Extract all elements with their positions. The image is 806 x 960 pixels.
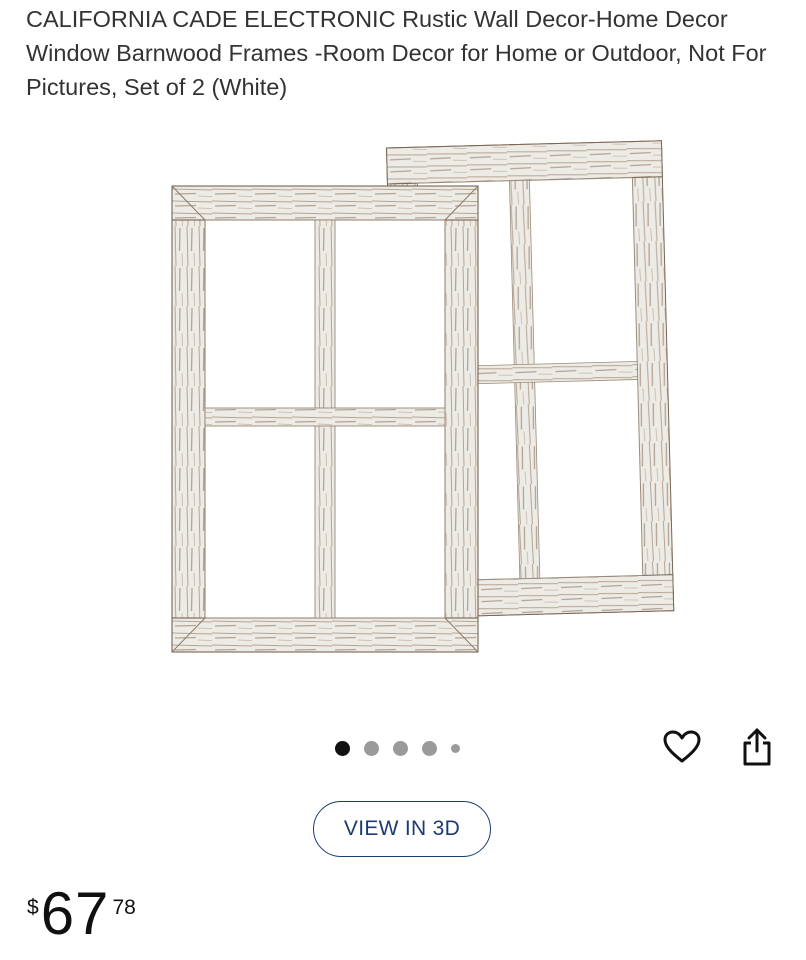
price-currency-symbol: $ bbox=[27, 896, 39, 919]
price-fraction: 78 bbox=[112, 896, 136, 919]
carousel-dots[interactable] bbox=[335, 740, 460, 756]
heart-icon bbox=[663, 730, 701, 763]
price-whole: 67 bbox=[40, 880, 110, 947]
view-in-3d-button[interactable]: VIEW IN 3D bbox=[313, 801, 491, 857]
carousel-dot-5[interactable] bbox=[451, 743, 460, 753]
price: $ 67 78 bbox=[27, 882, 136, 952]
product-image[interactable] bbox=[118, 120, 688, 660]
carousel-dot-3[interactable] bbox=[393, 740, 408, 756]
carousel-dot-1[interactable] bbox=[335, 740, 350, 756]
window-frames-illustration bbox=[171, 140, 675, 653]
product-title: CALIFORNIA CADE ELECTRONIC Rustic Wall D… bbox=[26, 6, 767, 100]
favorite-button[interactable] bbox=[662, 727, 702, 767]
carousel-dot-2[interactable] bbox=[364, 740, 379, 756]
share-button[interactable] bbox=[737, 727, 777, 767]
share-icon bbox=[743, 728, 771, 766]
carousel-dot-4[interactable] bbox=[422, 740, 437, 756]
